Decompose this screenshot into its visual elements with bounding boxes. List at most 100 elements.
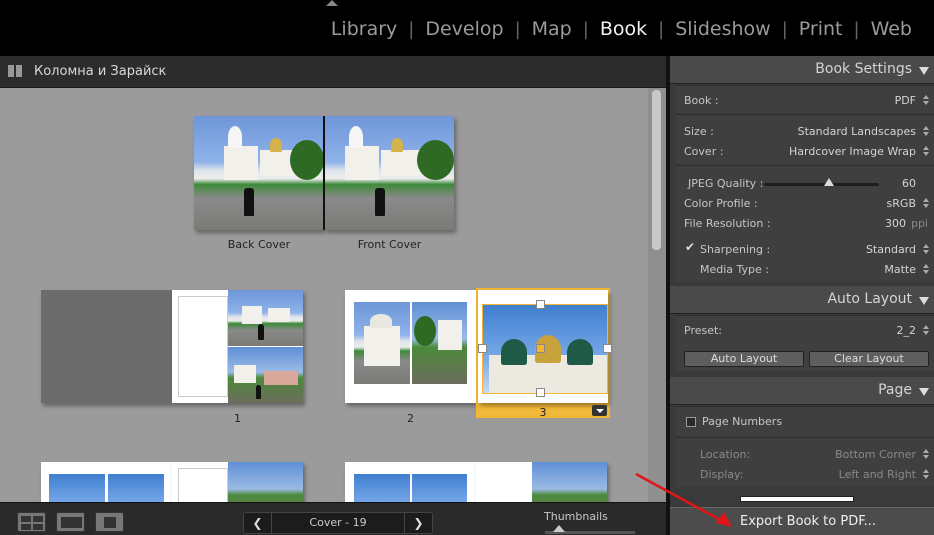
page-header[interactable]: Page bbox=[670, 377, 934, 405]
multi-page-view-icon[interactable] bbox=[17, 512, 46, 532]
resize-handle[interactable] bbox=[536, 344, 545, 353]
module-web[interactable]: Web bbox=[869, 18, 914, 40]
collapse-top-panel-icon[interactable] bbox=[326, 0, 338, 6]
page-photo bbox=[412, 474, 467, 502]
thumbnails-slider[interactable] bbox=[545, 525, 635, 534]
cover-label: Cover : bbox=[684, 145, 724, 158]
page-4[interactable] bbox=[41, 462, 172, 502]
page-2[interactable] bbox=[345, 290, 476, 403]
dropdown-updown-icon[interactable] bbox=[923, 198, 929, 208]
spread-page-2-3[interactable]: 3 bbox=[345, 288, 612, 420]
auto-layout-header[interactable]: Auto Layout bbox=[670, 286, 934, 314]
location-value[interactable]: Bottom Corner bbox=[835, 448, 916, 461]
cover-photo bbox=[325, 116, 454, 230]
resize-handle[interactable] bbox=[603, 344, 612, 353]
jpeg-quality-value[interactable]: 60 bbox=[902, 177, 916, 190]
display-value[interactable]: Left and Right bbox=[839, 468, 916, 481]
media-type-value[interactable]: Matte bbox=[884, 263, 916, 276]
module-separator: | bbox=[582, 18, 589, 40]
clear-layout-button[interactable]: Clear Layout bbox=[809, 351, 929, 367]
dropdown-updown-icon[interactable] bbox=[923, 244, 929, 254]
export-book-to-pdf-button[interactable]: Export Book to PDF... bbox=[670, 507, 934, 535]
collapse-triangle-icon[interactable] bbox=[919, 388, 929, 396]
module-library[interactable]: Library bbox=[329, 18, 399, 40]
resize-handle[interactable] bbox=[478, 344, 487, 353]
dropdown-updown-icon[interactable] bbox=[923, 126, 929, 136]
dropdown-updown-icon[interactable] bbox=[923, 146, 929, 156]
dropdown-updown-icon[interactable] bbox=[923, 95, 929, 105]
single-page-view-icon[interactable] bbox=[95, 512, 124, 532]
section-title: Book Settings bbox=[815, 61, 912, 77]
scrollbar-thumb[interactable] bbox=[652, 90, 661, 250]
front-cover-page[interactable] bbox=[325, 116, 454, 230]
bottom-toolbar: ❮ Cover - 19 ❯ Thumbnails bbox=[0, 502, 666, 535]
file-resolution-value[interactable]: 300 bbox=[885, 217, 906, 230]
jpeg-quality-slider[interactable] bbox=[764, 178, 879, 186]
module-slideshow[interactable]: Slideshow bbox=[673, 18, 772, 40]
sharpening-value[interactable]: Standard bbox=[866, 243, 916, 256]
dropdown-updown-icon[interactable] bbox=[923, 449, 929, 459]
book-settings-header[interactable]: Book Settings bbox=[670, 56, 934, 84]
spread-view-icon[interactable] bbox=[56, 512, 85, 532]
dropdown-updown-icon[interactable] bbox=[923, 264, 929, 274]
page-photo bbox=[228, 347, 303, 403]
blank-inside-cover bbox=[41, 290, 172, 403]
dropdown-updown-icon[interactable] bbox=[923, 469, 929, 479]
front-cover-label: Front Cover bbox=[357, 238, 422, 251]
thumbnails-label: Thumbnails bbox=[544, 510, 608, 523]
spread-page-1[interactable] bbox=[41, 290, 303, 403]
panel-scroll-indicator bbox=[740, 496, 854, 502]
collapse-triangle-icon[interactable] bbox=[919, 67, 929, 75]
module-separator: | bbox=[853, 18, 860, 40]
page-1[interactable] bbox=[172, 290, 303, 403]
preset-value[interactable]: 2_2 bbox=[897, 324, 917, 337]
spread-page-4-5[interactable] bbox=[41, 462, 303, 502]
module-book[interactable]: Book bbox=[598, 18, 649, 40]
file-resolution-label: File Resolution : bbox=[684, 217, 771, 230]
back-cover-page[interactable] bbox=[194, 116, 324, 230]
dropdown-updown-icon[interactable] bbox=[923, 325, 929, 335]
module-develop[interactable]: Develop bbox=[423, 18, 505, 40]
color-profile-label: Color Profile : bbox=[684, 197, 758, 210]
vertical-scrollbar[interactable] bbox=[648, 88, 666, 502]
chevron-left-icon[interactable]: ❮ bbox=[244, 513, 272, 533]
selected-page-3[interactable]: 3 bbox=[476, 288, 612, 419]
page-numbers-checkbox[interactable] bbox=[686, 417, 696, 427]
module-map[interactable]: Map bbox=[530, 18, 574, 40]
cover-spread[interactable] bbox=[194, 116, 454, 230]
file-resolution-unit: ppi bbox=[910, 217, 928, 230]
sharpening-checkbox[interactable]: ✔ bbox=[685, 241, 695, 253]
page-numbers-options: Location: Bottom Corner Display: Left an… bbox=[676, 437, 934, 487]
page-numbers-label: Page Numbers bbox=[702, 415, 783, 428]
spread-page-6-7[interactable] bbox=[345, 462, 607, 502]
chevron-right-icon[interactable]: ❯ bbox=[404, 513, 432, 533]
book-value[interactable]: PDF bbox=[895, 94, 916, 107]
slider-knob[interactable] bbox=[553, 525, 565, 532]
page-photo bbox=[412, 302, 467, 384]
display-label: Display: bbox=[700, 468, 744, 481]
panel-toggle-icon[interactable] bbox=[8, 65, 22, 77]
page-photo bbox=[228, 290, 303, 346]
document-title: Коломна и Зарайск bbox=[34, 64, 167, 79]
page-options-icon[interactable] bbox=[592, 405, 607, 416]
collapse-triangle-icon[interactable] bbox=[919, 297, 929, 305]
jpeg-quality-label: JPEG Quality : bbox=[688, 177, 764, 190]
color-profile-value[interactable]: sRGB bbox=[887, 197, 916, 210]
page-7[interactable] bbox=[476, 462, 607, 502]
size-value[interactable]: Standard Landscapes bbox=[798, 125, 916, 138]
module-print[interactable]: Print bbox=[797, 18, 845, 40]
resize-handle[interactable] bbox=[536, 388, 545, 397]
module-separator: | bbox=[781, 18, 788, 40]
auto-layout-button[interactable]: Auto Layout bbox=[684, 351, 804, 367]
cover-value[interactable]: Hardcover Image Wrap bbox=[789, 145, 916, 158]
slider-knob[interactable] bbox=[824, 178, 834, 186]
page-5[interactable] bbox=[172, 462, 303, 502]
empty-photo-cell bbox=[178, 468, 228, 502]
resize-handle[interactable] bbox=[536, 300, 545, 309]
back-cover-label: Back Cover bbox=[227, 238, 291, 251]
page-3[interactable] bbox=[478, 290, 612, 403]
section-title: Auto Layout bbox=[827, 291, 912, 307]
module-list: Library | Develop | Map | Book | Slidesh… bbox=[329, 18, 914, 40]
page-6[interactable] bbox=[345, 462, 476, 502]
sharpening-label: Sharpening : bbox=[700, 243, 771, 256]
